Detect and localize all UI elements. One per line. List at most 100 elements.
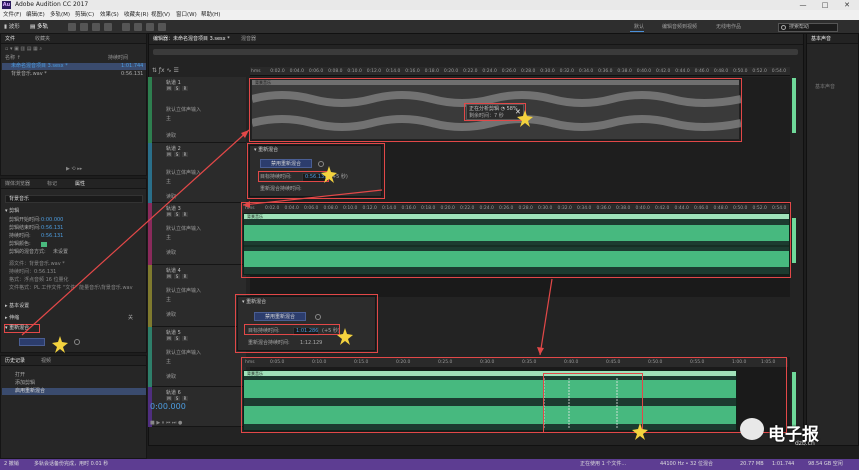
track-name[interactable]: 轨道 1	[166, 79, 181, 86]
current-time[interactable]: 0:00.000	[150, 402, 186, 411]
track-header[interactable]: 轨道 4 M S R 默认立体声输入 主 读取	[152, 265, 246, 327]
tool-icon[interactable]	[92, 23, 100, 31]
solo-button[interactable]: S	[174, 336, 180, 341]
track-read[interactable]: 读取	[166, 249, 176, 256]
clip-color-swatch[interactable]	[41, 242, 47, 247]
mute-button[interactable]: M	[166, 396, 172, 401]
track-output[interactable]: 主	[166, 296, 171, 303]
track-output[interactable]: 主	[166, 115, 171, 122]
workspace-video[interactable]: 编辑音频到视频	[662, 22, 697, 32]
track-read[interactable]: 读取	[166, 373, 176, 380]
track-input[interactable]: 默认立体声输入	[166, 349, 201, 356]
tab-properties[interactable]: 属性	[75, 180, 85, 188]
tool-icon[interactable]	[104, 23, 112, 31]
track-name[interactable]: 轨道 6	[166, 389, 181, 396]
mute-button[interactable]: M	[166, 152, 172, 157]
track-header[interactable]: 轨道 5 M S R 默认立体声输入 主 读取	[152, 327, 246, 387]
track-name[interactable]: 轨道 2	[166, 145, 181, 152]
track-output[interactable]: 主	[166, 358, 171, 365]
track-read[interactable]: 读取	[166, 193, 176, 200]
search-input[interactable]: 搜索帮助	[778, 23, 838, 32]
close-button[interactable]: ✕	[836, 0, 858, 10]
files-transport[interactable]: ▶ ⟲ ▸▸	[66, 166, 82, 173]
timeline-ruler[interactable]: hms 0:02.0 0:04.0 0:06.0 0:08.0 0:10.0 0:12.0 0…	[250, 67, 790, 76]
tab-editor[interactable]: 编辑器：未命名混音项目 3.sesx *	[153, 35, 230, 43]
mute-button[interactable]: M	[166, 212, 172, 217]
track-name[interactable]: 轨道 4	[166, 267, 181, 274]
track-name[interactable]: 轨道 3	[166, 205, 181, 212]
menu-help[interactable]: 帮助(H)	[201, 11, 220, 19]
menu-effects[interactable]: 效果(S)	[100, 11, 119, 19]
prop-value[interactable]: 0:00.000	[41, 217, 63, 224]
section-stretch[interactable]: ▸ 伸缩	[5, 315, 19, 322]
maximize-button[interactable]: □	[814, 0, 836, 10]
record-button[interactable]: R	[182, 274, 188, 279]
track-input[interactable]: 默认立体声输入	[166, 287, 201, 294]
solo-button[interactable]: S	[174, 152, 180, 157]
prop-value[interactable]: 0:56.131	[41, 225, 63, 232]
overview-bar[interactable]	[153, 49, 798, 55]
tab-video[interactable]: 视频	[41, 357, 51, 365]
solo-button[interactable]: S	[174, 274, 180, 279]
history-item[interactable]: 添加剪辑	[15, 380, 35, 387]
tool-icon[interactable]	[134, 23, 142, 31]
refresh-icon[interactable]	[74, 339, 80, 345]
solo-button[interactable]: S	[174, 396, 180, 401]
solo-button[interactable]: S	[174, 86, 180, 91]
record-button[interactable]: R	[182, 152, 188, 157]
file-name[interactable]: 背景音乐.wav *	[11, 71, 47, 78]
tab-files[interactable]: 文件	[5, 35, 15, 43]
editor-header-tools[interactable]: ⇅ ƒx ∿ ☰	[152, 67, 246, 76]
mute-button[interactable]: M	[166, 274, 172, 279]
file-name[interactable]: 未命名混音项目 3.sesx *	[11, 63, 68, 70]
track-read[interactable]: 读取	[166, 311, 176, 318]
track-header[interactable]: 轨道 2 M S R 默认立体声输入 主 读取	[152, 143, 246, 203]
col-duration-header[interactable]: 持续时间	[108, 55, 128, 62]
history-item[interactable]: 打开	[15, 372, 25, 379]
track-header[interactable]: 轨道 1 M S R 默认立体声输入 主 读取	[152, 77, 246, 143]
track-input[interactable]: 默认立体声输入	[166, 106, 201, 113]
tab-media-browser[interactable]: 媒体浏览器	[5, 180, 30, 188]
waveform-view-button[interactable]: ▮ 波形	[4, 22, 32, 32]
menu-clip[interactable]: 剪辑(C)	[75, 11, 94, 19]
track-output[interactable]: 主	[166, 234, 171, 241]
track-output[interactable]: 主	[166, 178, 171, 185]
menu-file[interactable]: 文件(F)	[3, 11, 21, 19]
prop-value[interactable]: 未设置	[53, 249, 68, 256]
record-button[interactable]: R	[182, 212, 188, 217]
mute-button[interactable]: M	[166, 336, 172, 341]
menu-window[interactable]: 窗口(W)	[176, 11, 197, 19]
menu-multitrack[interactable]: 多轨(M)	[50, 11, 70, 19]
tool-icon[interactable]	[80, 23, 88, 31]
stretch-value[interactable]: 关	[128, 315, 133, 322]
col-name-header[interactable]: 名称 ↑	[5, 55, 21, 62]
minimize-button[interactable]: —	[792, 0, 814, 10]
track-name[interactable]: 轨道 5	[166, 329, 181, 336]
tab-essential-sound[interactable]: 基本声音	[811, 35, 831, 43]
transport-controls[interactable]: ■ ▶ ⏸ ⏮ ⏭ ●	[150, 420, 182, 426]
menu-view[interactable]: 视图(V)	[151, 11, 170, 19]
tab-history[interactable]: 历史记录	[5, 357, 25, 365]
mute-button[interactable]: M	[166, 86, 172, 91]
tool-icon[interactable]	[122, 23, 130, 31]
section-remix[interactable]: ▾ 重新混合	[5, 325, 29, 332]
track-read[interactable]: 读取	[166, 132, 176, 139]
record-button[interactable]: R	[182, 396, 188, 401]
menu-edit[interactable]: 编辑(E)	[26, 11, 45, 19]
workspace-radio[interactable]: 无线电作品	[716, 22, 741, 32]
menu-favorites[interactable]: 收藏夹(R)	[124, 11, 149, 19]
record-button[interactable]: R	[182, 86, 188, 91]
track-header[interactable]: 轨道 3 M S R 默认立体声输入 主 读取	[152, 203, 246, 265]
section-clip[interactable]: ▾ 剪辑	[5, 208, 19, 215]
history-item[interactable]: 启用重新混合	[15, 388, 45, 395]
track-input[interactable]: 默认立体声输入	[166, 169, 201, 176]
tab-mixer[interactable]: 混音器	[241, 35, 256, 43]
tab-markers[interactable]: 标记	[47, 180, 57, 188]
track-input[interactable]: 默认立体声输入	[166, 225, 201, 232]
multitrack-view-button[interactable]: ▤ 多轨	[30, 22, 58, 32]
tool-icon[interactable]	[146, 23, 154, 31]
tab-favorites[interactable]: 收藏夹	[35, 35, 50, 43]
enable-remix-button[interactable]	[19, 338, 45, 346]
section-basic[interactable]: ▸ 基本设置	[5, 303, 29, 310]
record-button[interactable]: R	[182, 336, 188, 341]
